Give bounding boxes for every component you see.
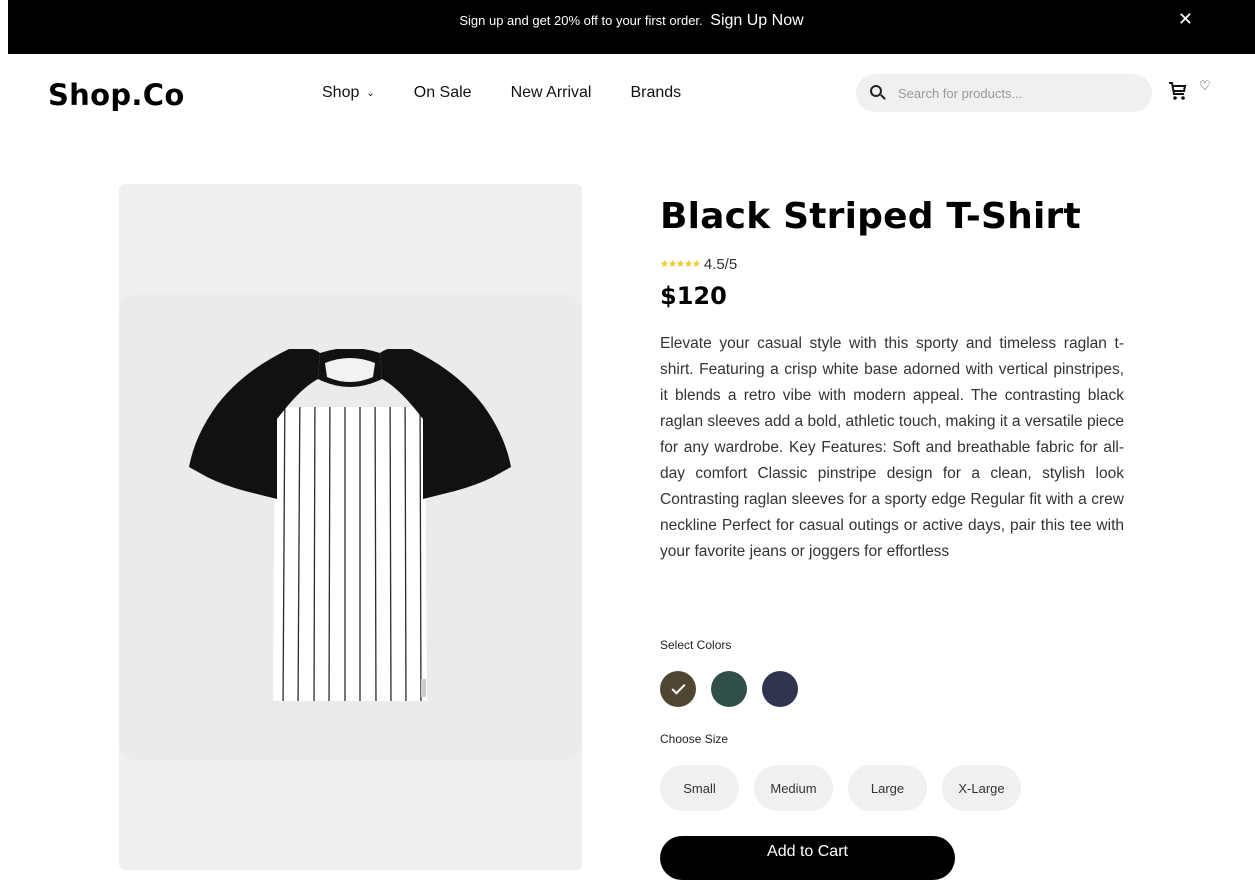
product-image-panel <box>119 184 582 870</box>
product-price: $120 <box>660 282 727 310</box>
nav-brands[interactable]: Brands <box>630 84 681 102</box>
product-rating: ★★★★★ 4.5/5 <box>660 256 737 273</box>
size-options: Small Medium Large X-Large <box>660 765 1036 811</box>
product-image[interactable] <box>185 349 515 709</box>
size-large-button[interactable]: Large <box>848 765 927 811</box>
search-icon[interactable] <box>870 85 886 101</box>
nav-on-sale[interactable]: On Sale <box>414 84 472 102</box>
product-description: Elevate your casual style with this spor… <box>660 335 1124 560</box>
add-to-cart-button[interactable]: Add to Cart <box>660 836 955 880</box>
choose-size-label: Choose Size <box>660 732 729 746</box>
nav-new-arrival[interactable]: New Arrival <box>511 84 592 102</box>
size-xlarge-button[interactable]: X-Large <box>942 765 1021 811</box>
color-swatch-navy[interactable] <box>762 671 798 707</box>
promo-banner: Sign up and get 20% off to your first or… <box>8 0 1255 54</box>
search-input[interactable] <box>898 85 1128 101</box>
nav-shop-label: Shop <box>322 84 360 101</box>
nav-shop[interactable]: Shop ⌄ <box>322 84 375 102</box>
select-colors-label: Select Colors <box>660 638 732 652</box>
logo[interactable]: Shop.Co <box>48 78 185 112</box>
cart-icon[interactable] <box>1168 80 1188 102</box>
heart-icon[interactable]: ♡ <box>1199 78 1211 94</box>
product-title: Black Striped T-Shirt <box>660 196 1081 237</box>
star-rating-icon: ★★★★★ <box>660 259 701 270</box>
check-icon <box>670 680 686 695</box>
chevron-down-icon: ⌄ <box>366 87 375 99</box>
size-small-button[interactable]: Small <box>660 765 739 811</box>
rating-text: 4.5/5 <box>703 256 738 273</box>
search-bar <box>856 74 1152 112</box>
main-nav: Shop ⌄ On Sale New Arrival Brands <box>322 84 720 102</box>
color-options <box>660 671 813 707</box>
promo-text: Sign up and get 20% off to your first or… <box>459 12 803 30</box>
promo-message: Sign up and get 20% off to your first or… <box>459 13 703 28</box>
close-icon[interactable]: ✕ <box>1178 10 1193 28</box>
sign-up-link[interactable]: Sign Up Now <box>710 12 803 29</box>
color-swatch-brown[interactable] <box>660 671 696 707</box>
color-swatch-green[interactable] <box>711 671 747 707</box>
size-medium-button[interactable]: Medium <box>754 765 833 811</box>
